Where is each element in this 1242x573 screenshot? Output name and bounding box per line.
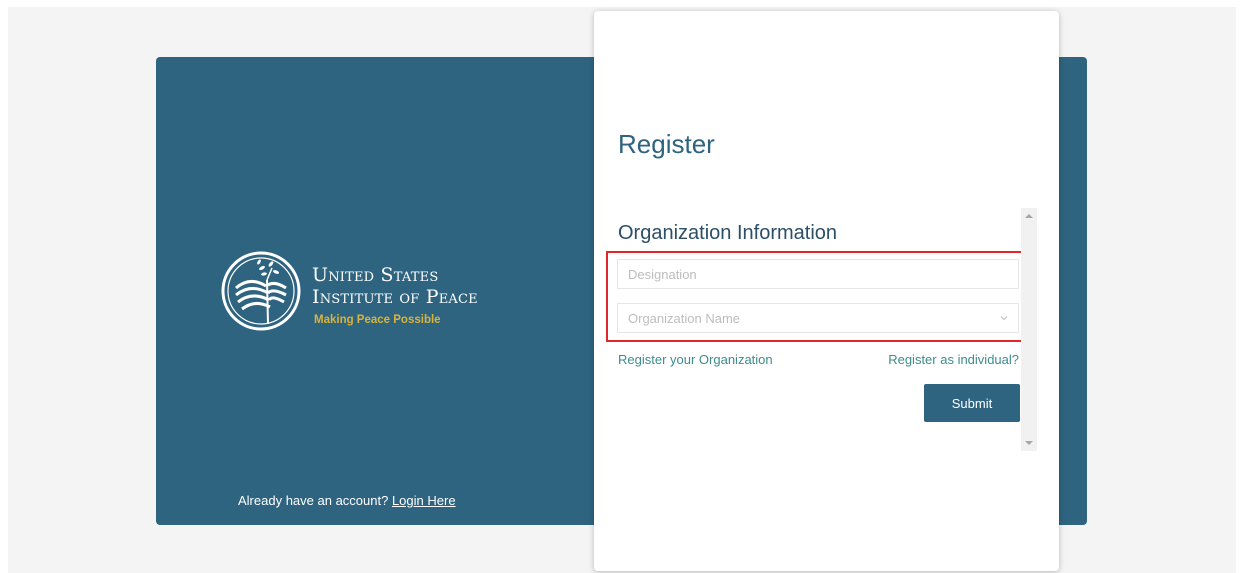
register-card: Register Organization Information Organi… xyxy=(594,11,1059,571)
brand-name-line2: Institute of Peace xyxy=(312,286,478,308)
login-here-link[interactable]: Login Here xyxy=(392,493,456,508)
brand-name-line1: United States xyxy=(312,264,439,286)
register-organization-link[interactable]: Register your Organization xyxy=(618,352,773,367)
brand-tagline: Making Peace Possible xyxy=(314,314,441,326)
designation-input[interactable] xyxy=(617,259,1019,289)
scroll-down-icon[interactable] xyxy=(1025,441,1033,445)
form-scrollbar[interactable] xyxy=(1021,208,1037,451)
page-title: Register xyxy=(618,129,715,159)
usip-logo: United States Institute of Peace Making … xyxy=(220,250,510,340)
login-prompt-text: Already have an account? xyxy=(238,493,389,508)
section-heading: Organization Information xyxy=(618,222,838,244)
scroll-up-icon[interactable] xyxy=(1025,214,1033,218)
register-individual-link[interactable]: Register as individual? xyxy=(888,352,1019,367)
organization-name-select[interactable]: Organization Name xyxy=(617,303,1019,333)
login-prompt: Already have an account? Login Here xyxy=(238,493,456,508)
chevron-down-icon xyxy=(1000,316,1008,321)
organization-name-placeholder: Organization Name xyxy=(628,310,740,326)
dove-olive-branch-emblem-icon xyxy=(221,251,301,331)
submit-button[interactable]: Submit xyxy=(924,384,1020,422)
